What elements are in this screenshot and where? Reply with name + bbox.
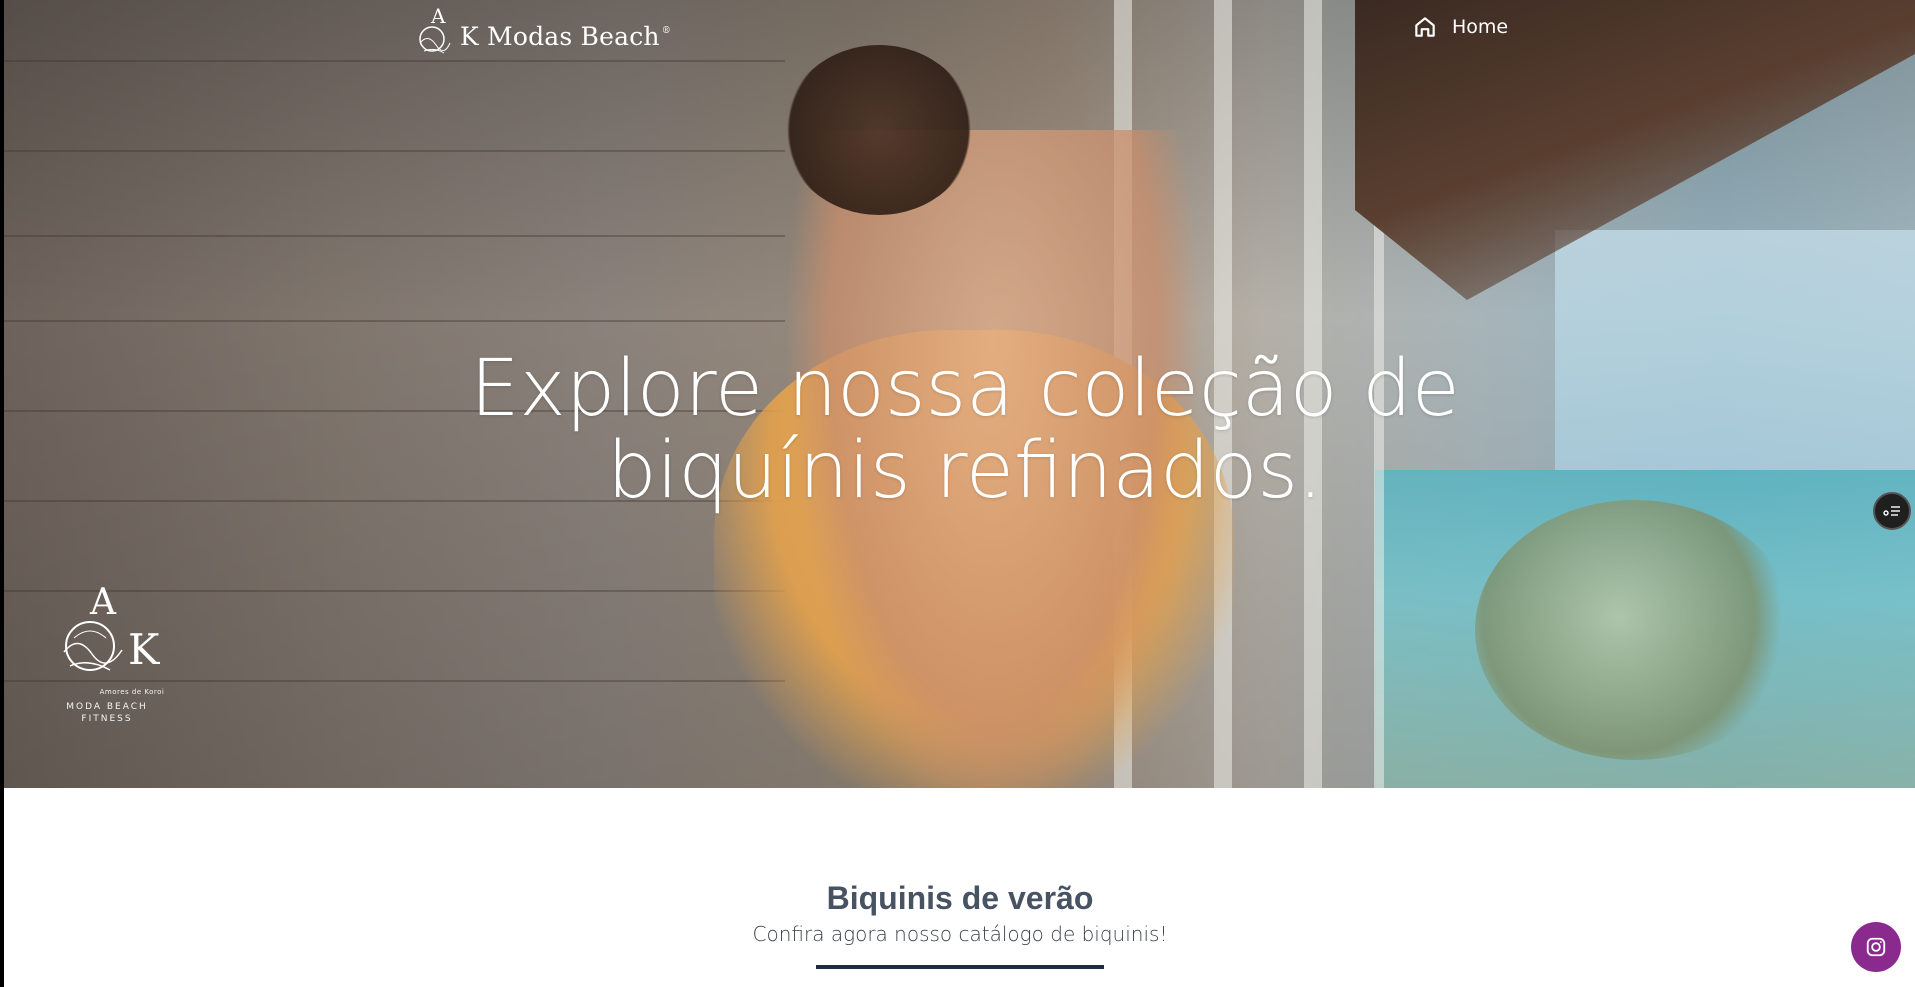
section-subtitle: Confira agora nosso catálogo de biquinis… <box>752 922 1168 946</box>
nav-home-link[interactable]: Home <box>1412 14 1508 40</box>
brand-name: K Modas Beach ® <box>460 21 671 51</box>
left-edge-bar <box>0 0 4 987</box>
svg-text:A: A <box>89 582 117 623</box>
section-divider <box>816 965 1104 969</box>
side-list-button[interactable] <box>1873 492 1911 530</box>
svg-text:A: A <box>430 4 446 28</box>
instagram-icon <box>1866 937 1886 957</box>
badge-emblem-icon: A K <box>63 582 161 674</box>
section-title: Biquinis de verão <box>826 880 1094 916</box>
instagram-button[interactable] <box>1851 922 1901 972</box>
home-icon <box>1415 17 1435 37</box>
badge-line-2: FITNESS <box>81 714 133 724</box>
badge-line-1: MODA BEACH <box>66 702 148 712</box>
hero-badge-logo: A K Amores de Koroi MODA BEACH FITNESS <box>32 578 182 726</box>
nav-home-label: Home <box>1452 16 1509 38</box>
hero-title: Explore nossa coleção de biquínis refina… <box>470 344 1460 516</box>
brand-logo-link[interactable]: A K Modas Beach ® <box>410 2 671 58</box>
svg-text:K: K <box>128 625 161 674</box>
list-icon <box>1883 506 1900 516</box>
